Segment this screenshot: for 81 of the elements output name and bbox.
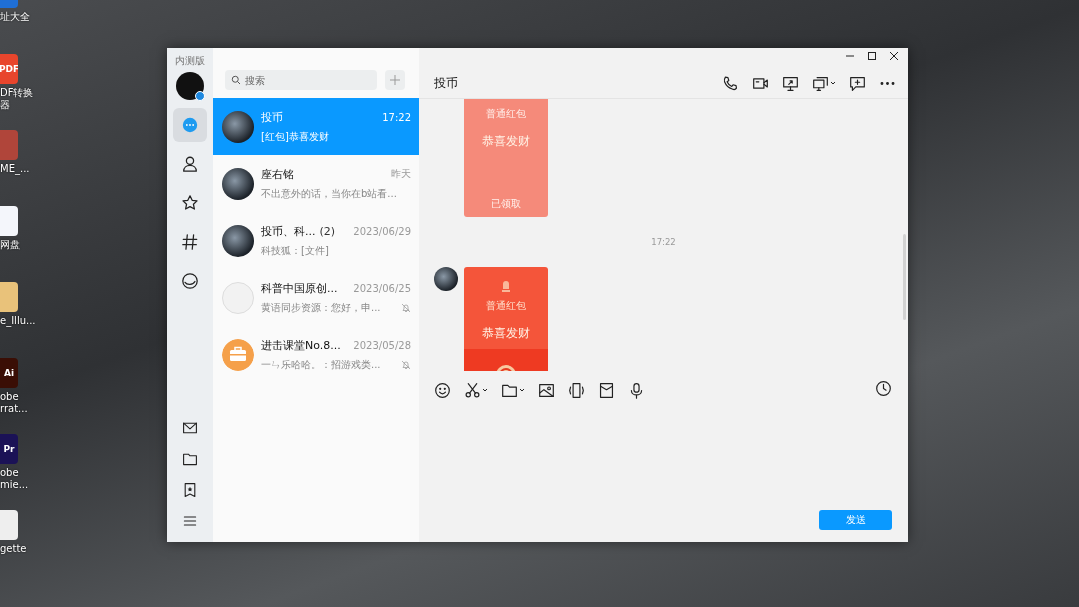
message-preview: 不出意外的话，当你在b站看... [261, 186, 397, 201]
monitor-arrow-icon[interactable] [782, 74, 799, 92]
desktop-icon-label[interactable]: e_Illu... [0, 315, 42, 327]
envelope-card-icon[interactable] [598, 381, 615, 399]
desktop-icon-label[interactable]: obe rrat... [0, 391, 42, 415]
profile-avatar[interactable] [176, 72, 204, 100]
chat-name: 进击课堂No.8... [261, 337, 341, 353]
chat-list-item[interactable]: 科普中国原创... 2023/06/25 黄语同步资源：您好，申... [213, 269, 419, 326]
packet-greeting: 恭喜发财 [482, 325, 530, 342]
chat-list-item[interactable]: 进击课堂No.8... 2023/05/28 一ㄣ乐哈哈。：招游戏类... [213, 326, 419, 383]
app-tile-icon[interactable] [0, 282, 18, 312]
message-preview: 黄语同步资源：您好，申... [261, 300, 381, 315]
chat-name: 投币、科... [261, 223, 316, 239]
desktop-icon-label[interactable]: ME_... [0, 163, 42, 175]
chat-time: 2023/06/25 [353, 282, 411, 294]
bookmark-icon[interactable] [182, 481, 198, 498]
chat-name: 投币 [261, 109, 283, 125]
chat-plus-icon[interactable] [849, 74, 866, 92]
app-tile-icon[interactable]: PDF [0, 54, 18, 84]
chat-name: 座右铭 [261, 166, 294, 182]
avatar-logo-placeholder [222, 281, 254, 314]
avatar-photo-placeholder [222, 224, 254, 257]
app-tile-icon[interactable] [0, 130, 18, 160]
message-preview: 一ㄣ乐哈哈。：招游戏类... [261, 357, 381, 372]
desktop-icon-label[interactable]: DF转换器 [0, 87, 42, 111]
planet-icon [181, 272, 199, 290]
desktop-icon-label[interactable]: gette [0, 543, 42, 555]
packet-type-label: 普通红包 [486, 299, 526, 313]
chat-name: 科普中国原创... [261, 280, 338, 296]
phone-vibrate-icon[interactable] [568, 381, 585, 399]
chat-time: 17:22 [382, 111, 411, 123]
app-tile-icon[interactable] [0, 510, 18, 540]
avatar-photo-placeholder [222, 167, 254, 200]
caret-icon [482, 388, 488, 392]
search-icon [231, 75, 241, 85]
chat-time: 昨天 [391, 167, 411, 181]
caret-icon [519, 388, 525, 392]
message-preview: 科技狐：[文件] [261, 243, 329, 258]
chat-time: 2023/05/28 [353, 339, 411, 351]
status-dot [195, 91, 205, 101]
two-screens-icon[interactable] [812, 74, 829, 92]
message-preview: [红包]恭喜发财 [261, 129, 329, 144]
caret-icon [830, 81, 836, 85]
tile-text: PDF [0, 64, 18, 74]
scissors-icon[interactable] [464, 381, 481, 399]
phone-icon[interactable] [722, 74, 739, 92]
close-icon[interactable] [890, 52, 898, 60]
clock-icon[interactable] [875, 379, 892, 397]
tile-text: Ai [3, 368, 15, 378]
smiley-icon[interactable] [434, 381, 451, 399]
bell-icon [501, 281, 511, 293]
picture-icon[interactable] [538, 381, 555, 399]
avatar-photo-placeholder [222, 110, 254, 143]
conversation-title: 投币 [434, 74, 458, 92]
chat-bubble-icon [181, 116, 199, 134]
desktop-icon-label[interactable]: 址大全 [0, 11, 42, 23]
app-tile-icon[interactable]: Ai [0, 358, 18, 388]
desktop-icon-label[interactable]: obe mie... [0, 467, 42, 491]
window-title: 内测版 [175, 54, 205, 68]
app-tile-icon[interactable] [0, 206, 18, 236]
plus-icon [390, 75, 400, 85]
maximize-icon[interactable] [868, 52, 876, 60]
hash-icon [181, 233, 199, 251]
sender-avatar-photo-placeholder[interactable] [434, 267, 458, 291]
packet-greeting: 恭喜发财 [482, 133, 530, 150]
packet-type-label: 普通红包 [486, 107, 526, 121]
message-time: 17:22 [651, 237, 676, 247]
app-tile-icon[interactable]: Pr [0, 434, 18, 464]
microphone-icon[interactable] [628, 381, 645, 399]
star-icon [181, 194, 199, 212]
person-icon [181, 155, 199, 173]
briefcase-avatar-icon [222, 338, 254, 371]
desktop-icon-label[interactable]: 网盘 [0, 239, 42, 251]
packet-status: 已领取 [491, 197, 521, 211]
chat-list-item[interactable]: 投币、科... (2) 2023/06/29 科技狐：[文件] [213, 212, 419, 269]
member-count: (2) [319, 224, 336, 238]
search-field[interactable]: 搜索 [225, 70, 377, 90]
minimize-icon[interactable] [846, 52, 854, 60]
chat-list-item[interactable]: 座右铭 昨天 不出意外的话，当你在b站看... [213, 155, 419, 212]
chat-time: 2023/06/29 [353, 225, 411, 237]
tile-text: Pr [3, 444, 15, 454]
